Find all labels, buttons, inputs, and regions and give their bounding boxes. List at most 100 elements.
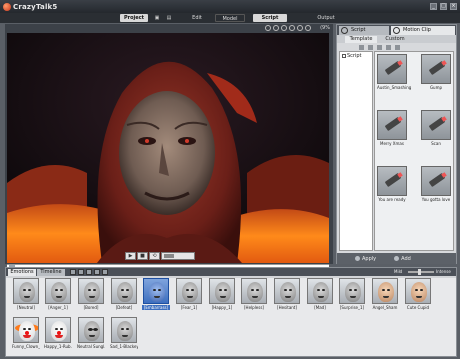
emotion-item[interactable]: [Neutral]	[12, 278, 40, 310]
play-button[interactable]: ▶	[125, 252, 136, 260]
hooded-character-render	[7, 33, 329, 263]
clip-label: You gotta love	[421, 197, 451, 202]
fit-icon[interactable]	[305, 25, 311, 31]
emotion-item[interactable]: [Anger_1]	[44, 278, 72, 310]
record-icon[interactable]	[78, 269, 84, 275]
tab-emotions[interactable]: Emotions	[8, 269, 36, 276]
open-folder-icon[interactable]: ▣	[153, 14, 161, 22]
emotion-label: Sad_1-Blackeye	[110, 344, 138, 349]
clip-label: Merry Xmas	[380, 141, 404, 146]
emotion-item[interactable]: Funny_Clown_...	[12, 317, 40, 349]
emotion-face-icon	[78, 278, 104, 304]
emotion-face-icon	[405, 278, 431, 304]
zoom-in-icon[interactable]	[289, 25, 295, 31]
nav-model-button[interactable]: Model	[215, 14, 245, 22]
strength-track[interactable]	[408, 271, 434, 273]
clip-label: Scan	[431, 141, 441, 146]
tree-item-label: Script	[347, 53, 362, 59]
emotion-face-icon	[372, 278, 398, 304]
add-emotion-icon[interactable]	[70, 269, 76, 275]
script-clip-icon	[377, 166, 407, 196]
emotion-item[interactable]: [Fear_1]	[175, 278, 203, 310]
playback-slider[interactable]	[161, 252, 195, 260]
emotion-item[interactable]: Happy_1-Rub...	[44, 317, 72, 349]
tab-motion-clip[interactable]: Motion Clip	[391, 26, 455, 35]
add-icon	[394, 256, 400, 261]
new-folder-icon[interactable]	[359, 44, 364, 50]
emotion-face-icon	[13, 278, 39, 304]
close-button[interactable]: ×	[450, 3, 457, 10]
rotate-tool-icon[interactable]	[281, 25, 287, 31]
strength-knob[interactable]	[418, 269, 421, 275]
music-icon[interactable]	[102, 269, 108, 275]
clip-item[interactable]: Scan	[421, 110, 451, 146]
clown-face-icon	[13, 317, 39, 343]
maximize-button[interactable]: □	[440, 3, 447, 10]
emotion-face-icon	[209, 278, 235, 304]
panel-bottom-bar: Apply Add	[337, 253, 456, 264]
nav-edit-button[interactable]: Edit	[188, 14, 206, 22]
strength-low-label: Mild	[394, 269, 403, 274]
text-icon[interactable]	[94, 269, 100, 275]
add-label: Add	[401, 255, 411, 262]
stop-button[interactable]: ■	[137, 252, 148, 260]
emotion-item[interactable]: Neutral Sungl...	[77, 317, 105, 349]
clip-item[interactable]: Gump	[421, 54, 451, 90]
emotion-label: Happy_1-Rub...	[44, 344, 72, 349]
emotion-item[interactable]: [Surprise_1]	[338, 278, 366, 310]
script-panel: Script Motion Clip Template Custom Scrip…	[336, 24, 457, 264]
emotion-item[interactable]: [Mad]	[306, 278, 334, 310]
emotion-label: [Fear_1]	[180, 305, 198, 310]
playback-slider-knob[interactable]	[164, 254, 174, 258]
clip-item[interactable]: You are ready	[377, 166, 407, 202]
clip-item[interactable]: Merry Xmas	[377, 110, 407, 146]
character-preview-image[interactable]	[7, 33, 329, 263]
emotion-item[interactable]: [Happy_1]	[208, 278, 236, 310]
zoom-out-icon[interactable]	[297, 25, 303, 31]
clip-label: Gump	[429, 85, 443, 90]
playback-bar: ▶ ■ ⟲	[5, 250, 333, 262]
emotion-label: [Surprise_1]	[339, 305, 365, 310]
clip-label: Austin_Smashing	[377, 85, 412, 90]
view-mode-icon[interactable]	[395, 44, 400, 50]
import-icon[interactable]	[368, 44, 373, 50]
tab-timeline[interactable]: Timeline	[37, 269, 65, 276]
emotion-strength-slider[interactable]: Mild Intense	[394, 269, 452, 275]
emotion-face-icon	[339, 278, 365, 304]
subtab-template[interactable]: Template	[345, 36, 377, 43]
emotion-item-selected[interactable]: [Embarrass]	[142, 278, 170, 310]
delete-emotion-icon[interactable]	[86, 269, 92, 275]
script-clip-icon	[377, 110, 407, 140]
subtab-custom[interactable]: Custom	[379, 36, 411, 43]
emotion-face-icon	[176, 278, 202, 304]
move-tool-icon[interactable]	[273, 25, 279, 31]
emotion-face-icon	[111, 278, 137, 304]
export-icon[interactable]	[377, 44, 382, 50]
emotion-item[interactable]: Sad_1-Blackeye	[110, 317, 138, 349]
delete-icon[interactable]	[386, 44, 391, 50]
app-logo: CrazyTalk5	[3, 2, 57, 11]
panel-toolbar	[337, 43, 456, 51]
nav-project-button[interactable]: Project	[120, 14, 148, 22]
tab-motion-clip-label: Motion Clip	[403, 27, 431, 33]
add-button[interactable]: Add	[394, 256, 411, 262]
clip-item[interactable]: You gotta love	[421, 166, 451, 202]
clip-library: Austin_Smashing Gump Merry Xmas Scan You…	[374, 51, 454, 251]
emotion-item[interactable]: Angel_Sham	[371, 278, 399, 310]
emotion-item[interactable]: [Defeat]	[110, 278, 138, 310]
save-icon[interactable]: ▤	[165, 14, 173, 22]
emotion-item[interactable]: [Bored]	[77, 278, 105, 310]
clip-item[interactable]: Austin_Smashing	[377, 54, 412, 90]
apply-button[interactable]: Apply	[355, 256, 376, 262]
minimize-button[interactable]: _	[430, 3, 437, 10]
loop-button[interactable]: ⟲	[149, 252, 160, 260]
emotion-item[interactable]: [Helpless]	[240, 278, 268, 310]
view-tool-icon[interactable]	[265, 25, 271, 31]
nav-script-button[interactable]: Script	[253, 14, 287, 22]
emotion-item[interactable]: [Hesitant]	[273, 278, 301, 310]
tab-script[interactable]: Script	[339, 26, 389, 35]
tree-item[interactable]: Script	[340, 52, 372, 60]
nav-output-button[interactable]: Output	[312, 14, 340, 22]
emotion-item[interactable]: Cute Cupid	[404, 278, 432, 310]
clown-face-icon	[45, 317, 71, 343]
